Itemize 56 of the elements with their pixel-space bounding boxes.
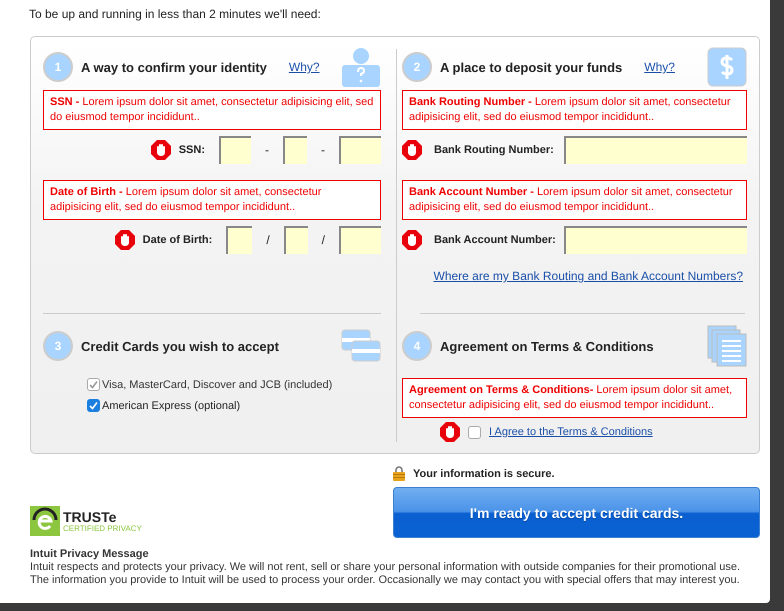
input-field[interactable] [284,226,308,254]
input-field[interactable] [339,226,381,254]
privacy-text: Intuit respects and protects your privacy. We will not rent, sell or share your personal information with outside companies for their promotional use. [30,561,742,574]
person-question-icon [341,47,381,87]
checkbox-label: American Express (optional) [102,400,240,412]
why-link[interactable]: Why? [644,60,675,74]
input-field[interactable] [564,136,747,164]
field-label: Bank Routing Number: [434,144,554,156]
input-field[interactable] [339,136,381,164]
secure-note: Your information is secure. [413,468,555,480]
separator: / [266,233,270,247]
section-title: Credit Cards you wish to accept [81,338,279,354]
step-number: 1 [43,52,73,82]
checkbox[interactable] [87,399,100,412]
step-number: 2 [402,52,432,82]
input-field[interactable] [564,226,747,254]
stop-hand-icon [402,230,422,250]
step-number: 4 [402,331,432,361]
stop-hand-icon [150,140,171,160]
error-message: Agreement on Terms & Conditions- Lorem ipsum dolor sit amet, consectetur adipisicing elit, sed do eiusmod tempor incididunt.. [402,378,747,418]
separator: - [321,143,325,157]
error-message: SSN - Lorem ipsum dolor sit amet, consectetur adipisicing elit, sed do eiusmod tempor incididunt.. [43,90,381,130]
checkbox-label: Visa, MasterCard, Discover and JCB (included) [102,378,332,390]
documents-icon [707,325,747,367]
stop-hand-icon [114,230,135,250]
privacy-title: Intuit Privacy Message [30,548,150,561]
field-label: Date of Birth: [142,234,212,246]
help-link[interactable]: Where are my Bank Routing and Bank Account Numbers? [434,269,743,283]
separator: - [265,143,269,157]
terms-link[interactable]: I Agree to the Terms & Conditions [489,426,653,438]
input-field[interactable] [219,136,251,164]
credit-cards-icon [341,329,381,363]
stop-hand-icon [402,140,422,160]
privacy-text: The information you provide to Intuit will be used to process your order. Occasionally we may contact you with special offers that may interest you. [30,574,741,587]
error-message: Date of Birth - Lorem ipsum dolor sit amet, consectetur adipisicing elit, sed do eiusmod tempor incididunt.. [43,180,381,220]
input-field[interactable] [283,136,307,164]
padlock-icon [393,466,405,481]
step-number: 3 [43,331,73,361]
submit-button[interactable]: I'm ready to accept credit cards. [393,487,760,538]
separator: / [322,233,325,247]
agree-checkbox[interactable] [468,426,481,438]
section-title: A place to deposit your funds [440,60,622,74]
field-label: Bank Account Number: [434,234,556,246]
section-title: Agreement on Terms & Conditions [440,338,654,354]
brand-tagline: CERTIFIED PRIVACY [63,524,142,532]
error-message: Bank Routing Number - Lorem ipsum dolor sit amet, consectetur adipisicing elit, sed do eiusmod tempor incididunt.. [402,90,747,130]
brand-name: TRUSTe [63,510,118,524]
input-field[interactable] [226,226,252,254]
truste-logo-icon [30,506,60,536]
section-title: A way to confirm your identity [81,60,267,74]
error-message: Bank Account Number - Lorem ipsum dolor sit amet, consectetur adipisicing elit, sed do eiusmod tempor incididunt.. [402,180,747,220]
field-label: SSN: [178,144,205,156]
intro-text: To be up and running in less than 2 minutes we'll need: [29,7,322,21]
dollar-icon [707,47,747,87]
why-link[interactable]: Why? [288,60,320,74]
stop-hand-icon [440,422,460,442]
